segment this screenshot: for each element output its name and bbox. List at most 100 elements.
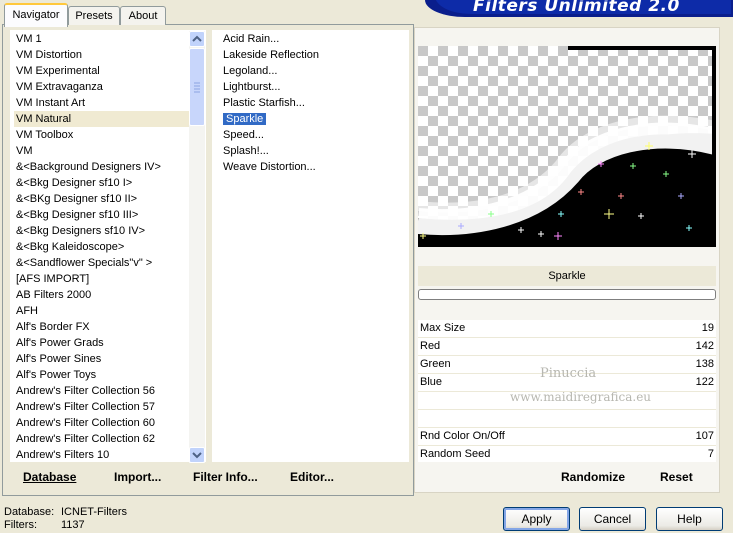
category-item[interactable]: &<BKg Designer sf10 II>	[14, 191, 192, 207]
category-item[interactable]: &<Sandflower Specials"v" >	[14, 255, 192, 271]
category-item[interactable]: &<Bkg Designer sf10 III>	[14, 207, 192, 223]
category-item[interactable]: VM Distortion	[14, 47, 192, 63]
help-button[interactable]: Help	[656, 507, 723, 531]
filter-item-label: Speed...	[223, 129, 264, 141]
category-scrollbar[interactable]	[189, 31, 205, 463]
category-item[interactable]: &<Bkg Designer sf10 I>	[14, 175, 192, 191]
app-title: Filters Unlimited 2.0	[473, 0, 680, 16]
param-name: Rnd Color On/Off	[420, 430, 505, 442]
param-divider	[418, 427, 716, 428]
filter-items: Acid Rain... Lakeside Reflection Legoland.…	[221, 31, 406, 175]
param-value: 122	[695, 376, 714, 388]
category-item[interactable]: AB Filters 2000	[14, 287, 192, 303]
category-item[interactable]: Andrew's Filter Collection 60	[14, 415, 192, 431]
param-value: 19	[701, 322, 714, 334]
filter-item-label: Lakeside Reflection	[223, 49, 320, 61]
filter-item[interactable]: Acid Rain...	[221, 31, 406, 47]
category-item[interactable]: Andrew's Filter Collection 57	[14, 399, 192, 415]
category-item[interactable]: VM Extravaganza	[14, 79, 192, 95]
filter-item[interactable]: Legoland...	[221, 63, 406, 79]
param-row[interactable]: Red 142	[418, 337, 716, 355]
status-filters-value: 1137	[61, 519, 85, 531]
cancel-button[interactable]: Cancel	[579, 507, 646, 531]
category-item[interactable]: Alf's Border FX	[14, 319, 192, 335]
category-item[interactable]: VM 1	[14, 31, 192, 47]
param-divider	[418, 409, 716, 410]
filter-item[interactable]: Sparkle	[221, 111, 406, 127]
filter-item-label: Weave Distortion...	[223, 161, 316, 173]
filter-item[interactable]: Plastic Starfish...	[221, 95, 406, 111]
param-row[interactable]: Max Size 19	[418, 319, 716, 337]
filter-item-label: Acid Rain...	[223, 33, 280, 45]
watermark-name: Pinuccia	[540, 366, 597, 381]
filter-item[interactable]: Speed...	[221, 127, 406, 143]
category-item[interactable]: Andrew's Filter Collection 62	[14, 431, 192, 447]
category-item[interactable]: VM Experimental	[14, 63, 192, 79]
category-item[interactable]: AFH	[14, 303, 192, 319]
chevron-down-icon	[192, 452, 202, 459]
app-banner: Filters Unlimited 2.0	[425, 0, 733, 17]
category-item[interactable]: &<Bkg Designers sf10 IV>	[14, 223, 192, 239]
filter-info-button[interactable]: Filter Info...	[193, 470, 258, 484]
filter-item-label: Splash!...	[223, 145, 269, 157]
param-row[interactable]	[418, 409, 716, 427]
category-item[interactable]: VM Instant Art	[14, 95, 192, 111]
database-label: Database	[23, 470, 77, 484]
category-item[interactable]: &<Bkg Kaleidoscope>	[14, 239, 192, 255]
param-row[interactable]: Rnd Color On/Off 107	[418, 427, 716, 445]
progress-bar	[418, 289, 716, 300]
category-item[interactable]: Andrew's Filters 10	[14, 447, 192, 463]
apply-button[interactable]: Apply	[503, 507, 570, 531]
filter-item-label: Lightburst...	[223, 81, 281, 93]
database-button[interactable]: Database	[23, 470, 76, 484]
category-item[interactable]: Alf's Power Sines	[14, 351, 192, 367]
param-divider	[418, 355, 716, 356]
category-item[interactable]: Alf's Power Toys	[14, 367, 192, 383]
import-button[interactable]: Import...	[114, 470, 161, 484]
randomize-button[interactable]: Randomize	[561, 470, 625, 484]
category-item[interactable]: VM Natural	[14, 111, 192, 127]
tab-about[interactable]: About	[120, 6, 166, 25]
category-list[interactable]: VM 1 VM Distortion VM Experimental VM Extra…	[10, 30, 206, 462]
category-item[interactable]: Alf's Power Grads	[14, 335, 192, 351]
reset-button[interactable]: Reset	[660, 470, 693, 484]
scroll-thumb[interactable]	[189, 48, 205, 126]
param-name: Red	[420, 340, 441, 352]
status-database-value: ICNET-Filters	[61, 506, 127, 518]
filter-item-label: Sparkle	[223, 113, 267, 125]
param-name: Random Seed	[420, 448, 491, 460]
filter-item[interactable]: Weave Distortion...	[221, 159, 406, 175]
preview-image	[416, 46, 720, 247]
scroll-up-button[interactable]	[189, 31, 205, 47]
param-name: Max Size	[420, 322, 466, 334]
category-item[interactable]: [AFS IMPORT]	[14, 271, 192, 287]
param-value: 142	[695, 340, 714, 352]
filter-item-label: Plastic Starfish...	[223, 97, 305, 109]
tab-presets[interactable]: Presets	[68, 6, 120, 25]
category-item[interactable]: VM Toolbox	[14, 127, 192, 143]
param-divider	[418, 337, 716, 338]
scroll-down-button[interactable]	[189, 447, 205, 463]
param-value: 107	[695, 430, 714, 442]
grip-icon	[194, 82, 200, 93]
editor-button[interactable]: Editor...	[290, 470, 334, 484]
tab-navigator[interactable]: Navigator	[4, 3, 68, 27]
category-item[interactable]: &<Background Designers IV>	[14, 159, 192, 175]
param-name: Green	[420, 358, 451, 370]
param-divider	[418, 445, 716, 446]
param-name: Blue	[420, 376, 443, 388]
param-row[interactable]: Random Seed 7	[418, 445, 716, 463]
filter-list[interactable]: Acid Rain... Lakeside Reflection Legoland.…	[212, 30, 409, 462]
param-value: 7	[707, 448, 714, 460]
filter-item[interactable]: Lakeside Reflection	[221, 47, 406, 63]
category-item[interactable]: Andrew's Filter Collection 56	[14, 383, 192, 399]
filter-item[interactable]: Lightburst...	[221, 79, 406, 95]
preview-filter-name: Sparkle	[418, 266, 716, 286]
param-value: 138	[695, 358, 714, 370]
status-database-label: Database:	[4, 506, 55, 518]
chevron-up-icon	[192, 35, 202, 42]
filter-item[interactable]: Splash!...	[221, 143, 406, 159]
category-item[interactable]: VM	[14, 143, 192, 159]
status-filters-label: Filters:	[4, 519, 37, 531]
category-items: VM 1 VM Distortion VM Experimental VM Extra…	[14, 31, 192, 463]
